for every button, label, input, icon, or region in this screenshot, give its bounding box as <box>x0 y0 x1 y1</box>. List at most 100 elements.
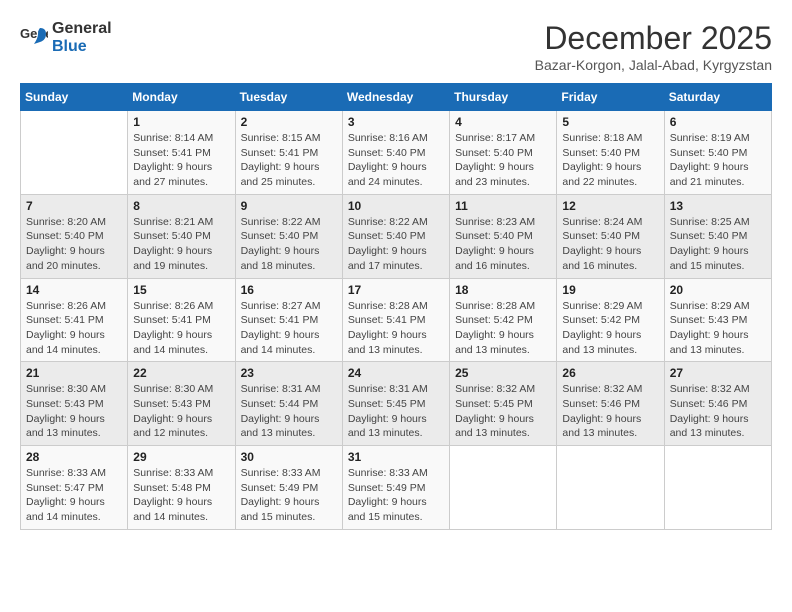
day-number: 17 <box>348 283 444 297</box>
day-info: Sunrise: 8:28 AMSunset: 5:42 PMDaylight:… <box>455 299 551 358</box>
day-info: Sunrise: 8:32 AMSunset: 5:45 PMDaylight:… <box>455 382 551 441</box>
weekday-header-sunday: Sunday <box>21 84 128 111</box>
day-number: 10 <box>348 199 444 213</box>
calendar-cell: 2 Sunrise: 8:15 AMSunset: 5:41 PMDaylight… <box>235 111 342 195</box>
day-number: 24 <box>348 366 444 380</box>
calendar-cell: 5 Sunrise: 8:18 AMSunset: 5:40 PMDaylight… <box>557 111 664 195</box>
day-number: 15 <box>133 283 229 297</box>
weekday-header-friday: Friday <box>557 84 664 111</box>
calendar-cell: 8 Sunrise: 8:21 AMSunset: 5:40 PMDaylight… <box>128 194 235 278</box>
day-info: Sunrise: 8:24 AMSunset: 5:40 PMDaylight:… <box>562 215 658 274</box>
day-number: 19 <box>562 283 658 297</box>
calendar-cell: 4 Sunrise: 8:17 AMSunset: 5:40 PMDaylight… <box>450 111 557 195</box>
day-info: Sunrise: 8:14 AMSunset: 5:41 PMDaylight:… <box>133 131 229 190</box>
calendar-cell <box>664 446 771 530</box>
calendar-cell: 31 Sunrise: 8:33 AMSunset: 5:49 PMDayligh… <box>342 446 449 530</box>
calendar-cell: 17Sunrise: 8:28 AMSunset: 5:41 PMDayligh… <box>342 278 449 362</box>
day-number: 4 <box>455 115 551 129</box>
day-number: 12 <box>562 199 658 213</box>
day-number: 9 <box>241 199 337 213</box>
calendar-cell: 9 Sunrise: 8:22 AMSunset: 5:40 PMDaylight… <box>235 194 342 278</box>
day-number: 29 <box>133 450 229 464</box>
day-number: 16 <box>241 283 337 297</box>
weekday-header-saturday: Saturday <box>664 84 771 111</box>
day-info: Sunrise: 8:18 AMSunset: 5:40 PMDaylight:… <box>562 131 658 190</box>
day-info: Sunrise: 8:25 AMSunset: 5:40 PMDaylight:… <box>670 215 766 274</box>
weekday-header-wednesday: Wednesday <box>342 84 449 111</box>
page-header: General General Blue December 2025 Bazar… <box>20 20 772 73</box>
calendar-cell: 30Sunrise: 8:33 AMSunset: 5:49 PMDayligh… <box>235 446 342 530</box>
calendar-cell: 26Sunrise: 8:32 AMSunset: 5:46 PMDayligh… <box>557 362 664 446</box>
weekday-header-thursday: Thursday <box>450 84 557 111</box>
calendar-cell: 12 Sunrise: 8:24 AMSunset: 5:40 PMDayligh… <box>557 194 664 278</box>
day-info: Sunrise: 8:20 AMSunset: 5:40 PMDaylight:… <box>26 215 122 274</box>
day-number: 6 <box>670 115 766 129</box>
logo-general: General <box>52 20 112 38</box>
day-number: 14 <box>26 283 122 297</box>
calendar-cell <box>557 446 664 530</box>
calendar-cell: 28 Sunrise: 8:33 AMSunset: 5:47 PMDayligh… <box>21 446 128 530</box>
day-info: Sunrise: 8:16 AMSunset: 5:40 PMDaylight:… <box>348 131 444 190</box>
logo-icon: General <box>20 24 48 52</box>
calendar-cell: 10Sunrise: 8:22 AMSunset: 5:40 PMDayligh… <box>342 194 449 278</box>
calendar-cell: 24 Sunrise: 8:31 AMSunset: 5:45 PMDayligh… <box>342 362 449 446</box>
day-number: 3 <box>348 115 444 129</box>
week-row-1: 1 Sunrise: 8:14 AMSunset: 5:41 PMDaylight… <box>21 111 772 195</box>
day-number: 21 <box>26 366 122 380</box>
calendar-cell: 22 Sunrise: 8:30 AMSunset: 5:43 PMDayligh… <box>128 362 235 446</box>
calendar-cell <box>21 111 128 195</box>
day-number: 5 <box>562 115 658 129</box>
calendar-cell: 20Sunrise: 8:29 AMSunset: 5:43 PMDayligh… <box>664 278 771 362</box>
day-number: 18 <box>455 283 551 297</box>
day-number: 8 <box>133 199 229 213</box>
day-number: 7 <box>26 199 122 213</box>
calendar-cell: 18 Sunrise: 8:28 AMSunset: 5:42 PMDayligh… <box>450 278 557 362</box>
calendar-cell: 14 Sunrise: 8:26 AMSunset: 5:41 PMDayligh… <box>21 278 128 362</box>
day-info: Sunrise: 8:21 AMSunset: 5:40 PMDaylight:… <box>133 215 229 274</box>
calendar-cell: 6Sunrise: 8:19 AMSunset: 5:40 PMDaylight… <box>664 111 771 195</box>
calendar-cell: 23 Sunrise: 8:31 AMSunset: 5:44 PMDayligh… <box>235 362 342 446</box>
day-info: Sunrise: 8:31 AMSunset: 5:44 PMDaylight:… <box>241 382 337 441</box>
day-info: Sunrise: 8:30 AMSunset: 5:43 PMDaylight:… <box>133 382 229 441</box>
calendar-cell: 21 Sunrise: 8:30 AMSunset: 5:43 PMDayligh… <box>21 362 128 446</box>
day-info: Sunrise: 8:26 AMSunset: 5:41 PMDaylight:… <box>26 299 122 358</box>
day-info: Sunrise: 8:31 AMSunset: 5:45 PMDaylight:… <box>348 382 444 441</box>
day-info: Sunrise: 8:26 AMSunset: 5:41 PMDaylight:… <box>133 299 229 358</box>
day-info: Sunrise: 8:33 AMSunset: 5:47 PMDaylight:… <box>26 466 122 525</box>
location: Bazar-Korgon, Jalal-Abad, Kyrgyzstan <box>535 57 772 73</box>
day-number: 25 <box>455 366 551 380</box>
calendar-cell: 29Sunrise: 8:33 AMSunset: 5:48 PMDayligh… <box>128 446 235 530</box>
calendar-cell: 1 Sunrise: 8:14 AMSunset: 5:41 PMDaylight… <box>128 111 235 195</box>
day-number: 31 <box>348 450 444 464</box>
day-info: Sunrise: 8:22 AMSunset: 5:40 PMDaylight:… <box>241 215 337 274</box>
day-number: 28 <box>26 450 122 464</box>
calendar-cell: 11Sunrise: 8:23 AMSunset: 5:40 PMDayligh… <box>450 194 557 278</box>
calendar-cell: 3 Sunrise: 8:16 AMSunset: 5:40 PMDaylight… <box>342 111 449 195</box>
day-number: 1 <box>133 115 229 129</box>
day-number: 26 <box>562 366 658 380</box>
day-info: Sunrise: 8:17 AMSunset: 5:40 PMDaylight:… <box>455 131 551 190</box>
day-number: 30 <box>241 450 337 464</box>
month-title: December 2025 <box>535 20 772 57</box>
calendar-cell: 13Sunrise: 8:25 AMSunset: 5:40 PMDayligh… <box>664 194 771 278</box>
day-info: Sunrise: 8:33 AMSunset: 5:49 PMDaylight:… <box>348 466 444 525</box>
title-block: December 2025 Bazar-Korgon, Jalal-Abad, … <box>535 20 772 73</box>
day-number: 2 <box>241 115 337 129</box>
logo-blue: Blue <box>52 38 112 56</box>
weekday-header-row: SundayMondayTuesdayWednesdayThursdayFrid… <box>21 84 772 111</box>
calendar-cell: 25 Sunrise: 8:32 AMSunset: 5:45 PMDayligh… <box>450 362 557 446</box>
day-info: Sunrise: 8:15 AMSunset: 5:41 PMDaylight:… <box>241 131 337 190</box>
calendar-table: SundayMondayTuesdayWednesdayThursdayFrid… <box>20 83 772 530</box>
week-row-2: 7 Sunrise: 8:20 AMSunset: 5:40 PMDaylight… <box>21 194 772 278</box>
day-number: 22 <box>133 366 229 380</box>
day-info: Sunrise: 8:32 AMSunset: 5:46 PMDaylight:… <box>670 382 766 441</box>
calendar-cell: 27Sunrise: 8:32 AMSunset: 5:46 PMDayligh… <box>664 362 771 446</box>
calendar-cell: 15 Sunrise: 8:26 AMSunset: 5:41 PMDayligh… <box>128 278 235 362</box>
logo: General General Blue <box>20 20 112 55</box>
calendar-cell: 7 Sunrise: 8:20 AMSunset: 5:40 PMDaylight… <box>21 194 128 278</box>
weekday-header-tuesday: Tuesday <box>235 84 342 111</box>
day-number: 23 <box>241 366 337 380</box>
day-info: Sunrise: 8:30 AMSunset: 5:43 PMDaylight:… <box>26 382 122 441</box>
calendar-cell <box>450 446 557 530</box>
day-info: Sunrise: 8:29 AMSunset: 5:43 PMDaylight:… <box>670 299 766 358</box>
